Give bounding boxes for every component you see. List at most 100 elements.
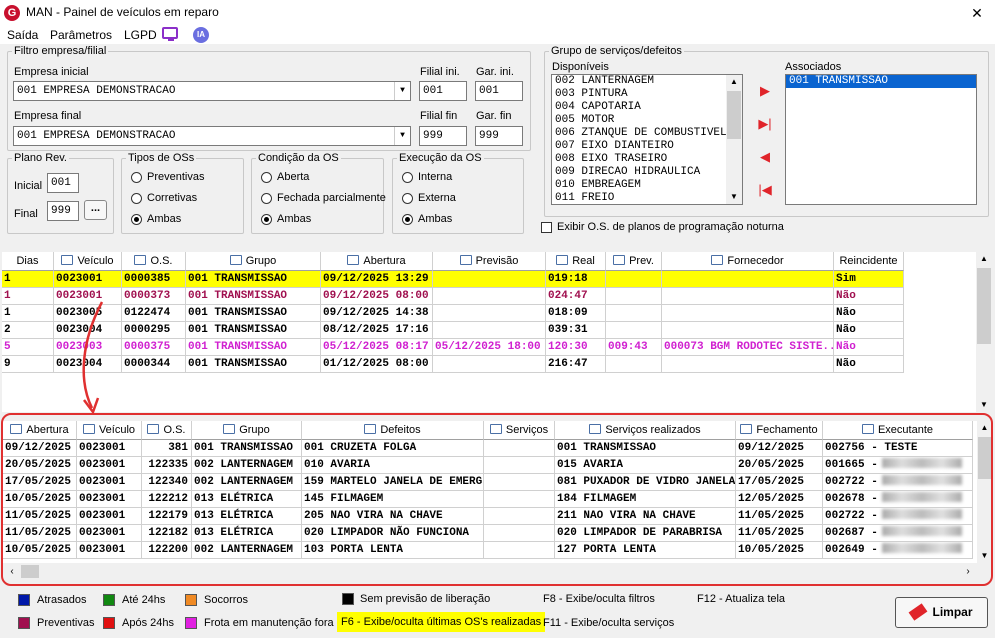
disponivel-item[interactable]: 003 PINTURA bbox=[552, 88, 742, 101]
col-header[interactable]: Grupo bbox=[192, 421, 302, 440]
col-header[interactable]: O.S. bbox=[122, 252, 186, 271]
move-all-left-icon[interactable]: |◀ bbox=[757, 182, 773, 198]
col-header[interactable]: Reincidente bbox=[834, 252, 904, 271]
monitor-icon[interactable] bbox=[162, 27, 178, 41]
table-row[interactable]: 9 0023004 0000344 001 TRANSMISSAO 01/12/2025… bbox=[2, 356, 904, 373]
associado-item[interactable]: 001 TRANSMISSAO bbox=[786, 75, 976, 88]
disponivel-item[interactable]: 006 ZTANQUE DE COMBUSTIVEL bbox=[552, 127, 742, 140]
annotation-arrow bbox=[82, 301, 104, 415]
table-row[interactable]: 20/05/2025 0023001 122335 002 LANTERNAGEM 01… bbox=[3, 457, 973, 474]
col-header[interactable]: Fechamento bbox=[736, 421, 823, 440]
scroll-up-icon[interactable]: ▲ bbox=[976, 252, 992, 266]
table-row[interactable]: 10/05/2025 0023001 122200 002 LANTERNAGEM 10… bbox=[3, 542, 973, 559]
plano-final-input[interactable]: 999 bbox=[47, 201, 79, 221]
associados-list[interactable]: 001 TRANSMISSAO bbox=[785, 74, 977, 205]
radio-tipos-ambas[interactable]: Ambas bbox=[131, 213, 181, 225]
col-header[interactable]: Serviços bbox=[484, 421, 555, 440]
scroll-right-icon[interactable]: › bbox=[961, 563, 975, 580]
empresa-final-select[interactable]: 001 EMPRESA DEMONSTRACAO ▼ bbox=[13, 126, 411, 146]
cell-servicos bbox=[484, 542, 555, 559]
scroll-down-icon[interactable]: ▼ bbox=[977, 549, 992, 563]
col-header[interactable]: Dias bbox=[2, 252, 54, 271]
table-row[interactable]: 11/05/2025 0023001 122179 013 ELÉTRICA 205 N… bbox=[3, 508, 973, 525]
scroll-thumb[interactable] bbox=[978, 437, 991, 479]
chevron-down-icon[interactable]: ▼ bbox=[394, 82, 410, 100]
grid1-scrollbar[interactable]: ▲ ▼ bbox=[976, 252, 992, 412]
radio-condicao-aberta[interactable]: Aberta bbox=[261, 171, 309, 183]
disponiveis-list[interactable]: 002 LANTERNAGEM 003 PINTURA 004 CAPOTARIA 0… bbox=[551, 74, 743, 205]
col-header[interactable]: Serviços realizados bbox=[555, 421, 736, 440]
disponivel-item[interactable]: 005 MOTOR bbox=[552, 114, 742, 127]
radio-execucao-interna[interactable]: Interna bbox=[402, 171, 452, 183]
empresa-inicial-select[interactable]: 001 EMPRESA DEMONSTRACAO ▼ bbox=[13, 81, 411, 101]
scroll-thumb[interactable] bbox=[977, 268, 991, 344]
ia-icon[interactable]: IA bbox=[193, 27, 209, 43]
chevron-down-icon[interactable]: ▼ bbox=[394, 127, 410, 145]
table-row[interactable]: 1 0023001 0000373 001 TRANSMISSAO 09/12/2025… bbox=[2, 288, 904, 305]
col-header[interactable]: Veículo bbox=[77, 421, 142, 440]
gar-fin-input[interactable]: 999 bbox=[475, 126, 523, 146]
table-row[interactable]: 5 0023003 0000375 001 TRANSMISSAO 05/12/2025… bbox=[2, 339, 904, 356]
disponivel-item[interactable]: 002 LANTERNAGEM bbox=[552, 75, 742, 88]
menu-parametros[interactable]: Parâmetros bbox=[50, 28, 112, 42]
close-button[interactable]: ✕ bbox=[967, 3, 987, 23]
scroll-down-icon[interactable]: ▼ bbox=[976, 398, 992, 412]
redacted-name bbox=[881, 492, 962, 502]
col-header[interactable]: O.S. bbox=[142, 421, 192, 440]
table-row[interactable]: 1 0023001 0000385 001 TRANSMISSAO 09/12/2025… bbox=[2, 271, 904, 288]
disponivel-item[interactable]: 008 EIXO TRASEIRO bbox=[552, 153, 742, 166]
cell-os: 122182 bbox=[142, 525, 192, 542]
col-header[interactable]: Abertura bbox=[321, 252, 433, 271]
radio-execucao-ambas[interactable]: Ambas bbox=[402, 213, 452, 225]
radio-condicao-fechada[interactable]: Fechada parcialmente bbox=[261, 192, 386, 204]
hscroll-thumb[interactable] bbox=[21, 565, 39, 578]
cell-text: 05/12/2025 08:17 bbox=[323, 341, 429, 353]
table-row[interactable]: 11/05/2025 0023001 122182 013 ELÉTRICA 020 L… bbox=[3, 525, 973, 542]
col-header[interactable]: Grupo bbox=[186, 252, 321, 271]
grid2-scrollbar[interactable]: ▲ ▼ bbox=[977, 421, 992, 563]
plano-browse-button[interactable]: ... bbox=[84, 200, 107, 220]
col-header[interactable]: Real bbox=[546, 252, 606, 271]
move-right-icon[interactable]: ▶ bbox=[757, 83, 773, 99]
scroll-left-icon[interactable]: ‹ bbox=[5, 563, 19, 580]
disponivel-item[interactable]: 010 EMBREAGEM bbox=[552, 179, 742, 192]
limpar-button[interactable]: Limpar bbox=[895, 597, 988, 628]
col-header[interactable]: Veículo bbox=[54, 252, 122, 271]
disponivel-item[interactable]: 011 FREIO bbox=[552, 192, 742, 204]
filial-fin-input[interactable]: 999 bbox=[419, 126, 467, 146]
move-all-right-icon[interactable]: ▶| bbox=[757, 116, 773, 132]
scroll-up-icon[interactable]: ▲ bbox=[726, 75, 742, 89]
table-row[interactable]: 1 0023005 0122474 001 TRANSMISSAO 09/12/2025… bbox=[2, 305, 904, 322]
col-header[interactable]: Prev. bbox=[606, 252, 662, 271]
disponiveis-scrollbar[interactable]: ▲ ▼ bbox=[726, 75, 742, 204]
scroll-up-icon[interactable]: ▲ bbox=[977, 421, 992, 435]
menu-lgpd[interactable]: LGPD bbox=[124, 28, 157, 42]
grid2-hscrollbar[interactable]: ‹ › bbox=[3, 563, 977, 580]
radio-execucao-externa[interactable]: Externa bbox=[402, 192, 456, 204]
table-row[interactable]: 09/12/2025 0023001 381 001 TRANSMISSAO 001 C… bbox=[3, 440, 973, 457]
plano-inicial-input[interactable]: 001 bbox=[47, 173, 79, 193]
disponivel-item[interactable]: 009 DIRECAO HIDRAULICA bbox=[552, 166, 742, 179]
radio-tipos-corretivas[interactable]: Corretivas bbox=[131, 192, 197, 204]
filial-ini-input[interactable]: 001 bbox=[419, 81, 467, 101]
scroll-down-icon[interactable]: ▼ bbox=[726, 190, 742, 204]
column-icon bbox=[223, 424, 236, 434]
col-header[interactable]: Abertura bbox=[3, 421, 77, 440]
col-header[interactable]: Executante bbox=[823, 421, 973, 440]
radio-tipos-preventivas[interactable]: Preventivas bbox=[131, 171, 204, 183]
col-header[interactable]: Previsão bbox=[433, 252, 546, 271]
gar-ini-input[interactable]: 001 bbox=[475, 81, 523, 101]
menu-saida[interactable]: Saída bbox=[7, 28, 38, 42]
scroll-thumb[interactable] bbox=[727, 91, 741, 139]
exibir-noturna-checkbox[interactable] bbox=[541, 222, 552, 233]
disponivel-item[interactable]: 007 EIXO DIANTEIRO bbox=[552, 140, 742, 153]
table-row[interactable]: 10/05/2025 0023001 122212 013 ELÉTRICA 145 F… bbox=[3, 491, 973, 508]
column-icon bbox=[82, 424, 95, 434]
disponivel-item[interactable]: 004 CAPOTARIA bbox=[552, 101, 742, 114]
col-header[interactable]: Fornecedor bbox=[662, 252, 834, 271]
table-row[interactable]: 17/05/2025 0023001 122340 002 LANTERNAGEM 15… bbox=[3, 474, 973, 491]
radio-condicao-ambas[interactable]: Ambas bbox=[261, 213, 311, 225]
table-row[interactable]: 2 0023004 0000295 001 TRANSMISSAO 08/12/2025… bbox=[2, 322, 904, 339]
col-header[interactable]: Defeitos bbox=[302, 421, 484, 440]
move-left-icon[interactable]: ◀ bbox=[757, 149, 773, 165]
